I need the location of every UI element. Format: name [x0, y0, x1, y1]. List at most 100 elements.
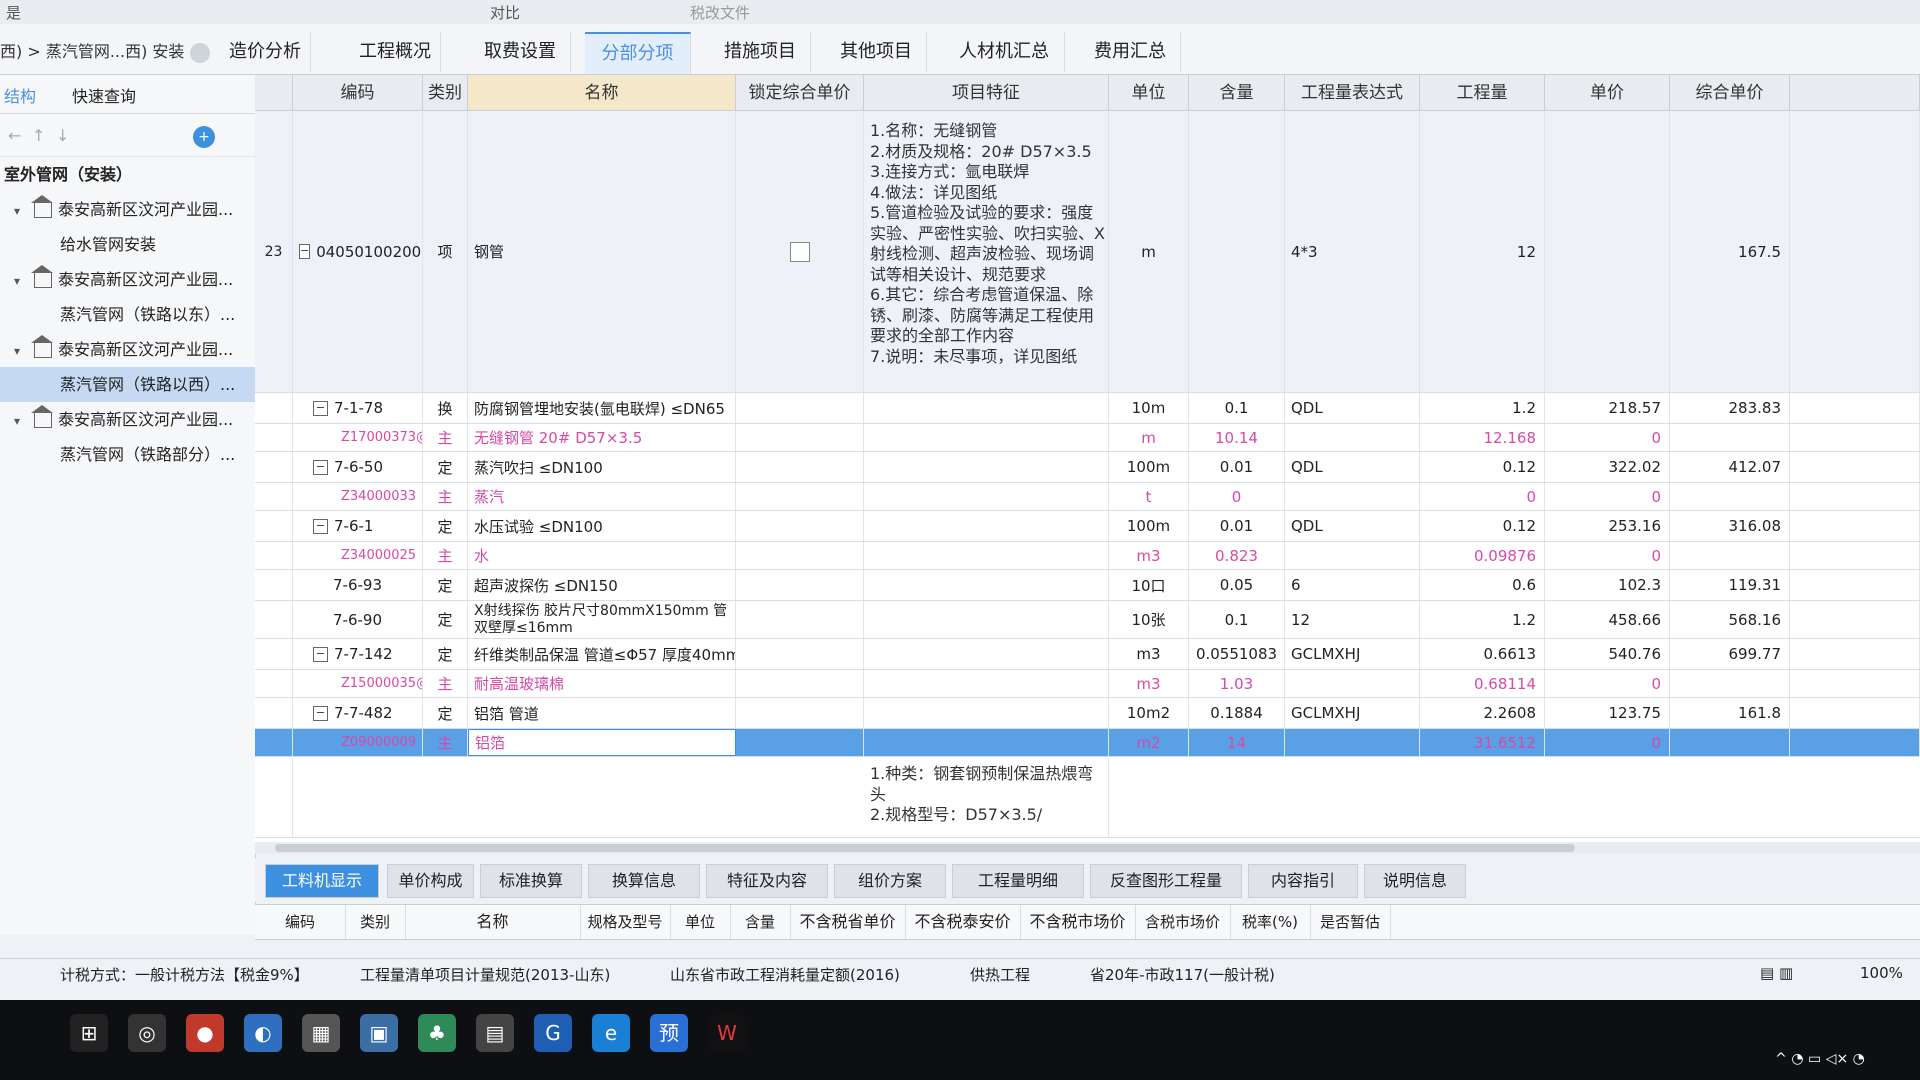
header-3[interactable]: 锁定综合单价: [736, 75, 864, 111]
app-icon-g[interactable]: G: [534, 1014, 572, 1052]
expand-icon[interactable]: ▾: [14, 194, 28, 227]
arrow-down-icon[interactable]: ↓: [56, 126, 69, 145]
bottom-col-8[interactable]: 不含税市场价: [1020, 905, 1136, 939]
header-8[interactable]: 工程量: [1420, 75, 1545, 111]
app-icon-6[interactable]: ♣: [418, 1014, 456, 1052]
table-row[interactable]: −7-1-78 换防腐钢管埋地安装(氩电联焊) ≤DN65 10m 0.1 QDL 1.2…: [255, 393, 1920, 424]
header-7[interactable]: 工程量表达式: [1285, 75, 1420, 111]
table-row-main[interactable]: 23 −040501002005 项 钢管 1.名称：无缝钢管 2.材质及规格：…: [255, 111, 1920, 393]
tree-item[interactable]: ▾ 泰安高新区汶河产业园...: [0, 402, 255, 437]
bottom-col-10[interactable]: 税率(%): [1230, 905, 1311, 939]
cell-name[interactable]: 水压试验 ≤DN100: [468, 511, 736, 541]
expand-icon[interactable]: ▾: [14, 334, 28, 367]
cell-expr[interactable]: 4*3: [1285, 111, 1420, 392]
app-icon-3[interactable]: ◐: [244, 1014, 282, 1052]
bottom-tab-8[interactable]: 内容指引: [1248, 864, 1358, 898]
cell-name[interactable]: 钢管: [468, 111, 736, 392]
compare-menu[interactable]: 对比: [490, 2, 520, 23]
table-row[interactable]: −7-7-142 定纤维类制品保温 管道≤Φ57 厚度40mm m3 0.055108…: [255, 639, 1920, 670]
app-icon-5[interactable]: ▣: [360, 1014, 398, 1052]
lock-price-checkbox[interactable]: [789, 241, 810, 262]
view-icons[interactable]: ▤ ▥: [1760, 964, 1793, 982]
cell-name[interactable]: 铝箔 管道: [468, 698, 736, 728]
table-row[interactable]: −7-6-50 定蒸汽吹扫 ≤DN100 100m 0.01 QDL 0.12 322.02…: [255, 452, 1920, 483]
table-row[interactable]: −7-6-1 定水压试验 ≤DN100 100m 0.01 QDL 0.12 253.16 3…: [255, 511, 1920, 542]
tab-7[interactable]: 费用汇总: [1080, 32, 1181, 72]
table-row[interactable]: 7-6-90 定 X射线探伤 胶片尺寸80mmX150mm 管双壁厚≤16mm 10张…: [255, 601, 1920, 639]
header-10[interactable]: 综合单价: [1670, 75, 1790, 111]
tab-5[interactable]: 其他项目: [826, 32, 927, 72]
cell-name[interactable]: 纤维类制品保温 管道≤Φ57 厚度40mm: [468, 639, 736, 669]
bottom-col-4[interactable]: 单位: [670, 905, 731, 939]
app-icon-1[interactable]: ◎: [128, 1014, 166, 1052]
close-breadcrumb-icon[interactable]: [190, 42, 211, 63]
tab-2[interactable]: 取费设置: [470, 32, 571, 72]
cell-name[interactable]: 防腐钢管埋地安装(氩电联焊) ≤DN65: [468, 393, 736, 423]
tab-0[interactable]: 造价分析: [220, 32, 311, 72]
bottom-col-2[interactable]: 名称: [405, 905, 581, 939]
arrow-up-icon[interactable]: ↑: [32, 126, 45, 145]
bottom-col-6[interactable]: 不含税省单价: [790, 905, 906, 939]
app-icon-2[interactable]: ●: [186, 1014, 224, 1052]
expand-icon[interactable]: ▾: [14, 264, 28, 297]
start-icon[interactable]: ⊞: [70, 1014, 108, 1052]
tab-structure[interactable]: 结构: [4, 83, 36, 107]
table-row[interactable]: Z34000025 主水 m3 0.823 0.09876 0: [255, 542, 1920, 570]
tree-item[interactable]: 给水管网安装: [0, 227, 255, 262]
header-6[interactable]: 含量: [1189, 75, 1285, 111]
tree-item[interactable]: ▾ 泰安高新区汶河产业园...: [0, 262, 255, 297]
cell-name[interactable]: 铝箔: [468, 729, 736, 756]
bottom-tab-3[interactable]: 换算信息: [588, 864, 700, 898]
bottom-tab-5[interactable]: 组价方案: [834, 864, 946, 898]
cell-features[interactable]: 1.名称：无缝钢管 2.材质及规格：20# D57×3.5 3.连接方式：氩电联…: [864, 111, 1109, 392]
app-icon-yu[interactable]: 预: [650, 1014, 688, 1052]
header-0[interactable]: 编码: [293, 75, 423, 111]
edge-icon[interactable]: e: [592, 1014, 630, 1052]
table-row[interactable]: 7-6-93 定超声波探伤 ≤DN150 10口 0.05 6 0.6 102.3 119.3…: [255, 570, 1920, 601]
header-9[interactable]: 单价: [1545, 75, 1670, 111]
tab-1[interactable]: 工程概况: [350, 32, 441, 72]
bottom-tab-6[interactable]: 工程量明细: [952, 864, 1084, 898]
horizontal-scrollbar[interactable]: [255, 842, 1920, 854]
bottom-col-0[interactable]: 编码: [255, 905, 346, 939]
bottom-col-1[interactable]: 类别: [345, 905, 406, 939]
table-row[interactable]: Z15000035@2主耐高温玻璃棉 m31.03 0.681140: [255, 670, 1920, 698]
tab-quick-query[interactable]: 快速查询: [72, 83, 136, 107]
table-row[interactable]: Z17000373@2主无缝钢管 20# D57×3.5 m10.14 12.168…: [255, 424, 1920, 452]
collapse-icon[interactable]: −: [313, 459, 328, 475]
collapse-icon[interactable]: −: [313, 705, 328, 721]
header-2[interactable]: 名称: [468, 75, 736, 111]
header-1[interactable]: 类别: [423, 75, 468, 111]
header-5[interactable]: 单位: [1109, 75, 1189, 111]
tree-item[interactable]: ▾ 泰安高新区汶河产业园...: [0, 332, 255, 367]
bottom-tab-1[interactable]: 单价构成: [387, 864, 474, 898]
bottom-tab-4[interactable]: 特征及内容: [706, 864, 828, 898]
bottom-col-7[interactable]: 不含税泰安价: [905, 905, 1021, 939]
tree-item[interactable]: 蒸汽管网（铁路以东）...: [0, 297, 255, 332]
calculator-icon[interactable]: ▦: [302, 1014, 340, 1052]
table-row[interactable]: Z34000033 主蒸汽 t 0 0 0: [255, 483, 1920, 511]
scroll-thumb[interactable]: [275, 844, 1575, 852]
tax-file-menu[interactable]: 税改文件: [690, 2, 750, 23]
calc-icon-2[interactable]: ▤: [476, 1014, 514, 1052]
zoom-level[interactable]: 100%: [1860, 964, 1903, 982]
table-row[interactable]: −7-7-482 定铝箔 管道 10m2 0.1884 GCLMXHJ 2.2608 123…: [255, 698, 1920, 729]
tab-4[interactable]: 措施项目: [710, 32, 811, 72]
bottom-tab-0[interactable]: 工料机显示: [265, 864, 379, 898]
tab-6[interactable]: 人材机汇总: [944, 32, 1065, 72]
cell-name[interactable]: 水: [468, 542, 736, 569]
collapse-icon[interactable]: −: [313, 518, 328, 534]
collapse-icon[interactable]: −: [313, 646, 328, 662]
bottom-col-11[interactable]: 是否暂估: [1310, 905, 1391, 939]
tree-item[interactable]: ▾ 泰安高新区汶河产业园...: [0, 192, 255, 227]
cell-name[interactable]: X射线探伤 胶片尺寸80mmX150mm 管双壁厚≤16mm: [468, 601, 736, 638]
wps-icon[interactable]: W: [708, 1014, 746, 1052]
bottom-col-9[interactable]: 含税市场价: [1135, 905, 1231, 939]
expand-icon[interactable]: ▾: [14, 404, 28, 437]
tree-item[interactable]: 室外管网（安装）: [0, 157, 255, 192]
table-row-partial[interactable]: 1.种类：钢套钢预制保温热煨弯头 2.规格型号：D57×3.5/: [255, 758, 1920, 838]
arrow-left-icon[interactable]: ←: [8, 126, 21, 145]
tree-item[interactable]: 蒸汽管网（铁路部分）...: [0, 437, 255, 472]
cell-name[interactable]: 蒸汽吹扫 ≤DN100: [468, 452, 736, 482]
add-icon[interactable]: +: [193, 126, 215, 148]
